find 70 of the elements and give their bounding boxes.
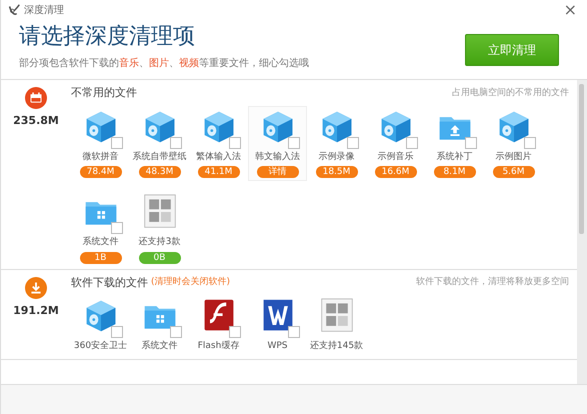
item-label: 系统文件	[82, 236, 118, 250]
file-item[interactable]: 示例录像 18.5M	[307, 106, 366, 182]
section-note: 占用电脑空间的不常用的文件	[452, 86, 569, 100]
item-label: WPS	[267, 340, 288, 354]
app-grid-icon	[318, 298, 354, 334]
item-label: 示例图片	[496, 150, 532, 164]
checkbox[interactable]	[464, 136, 476, 149]
total-size: 235.8M	[13, 113, 59, 130]
item-label: 微软拼音	[82, 150, 118, 164]
file-item[interactable]: Flash缓存	[189, 295, 248, 357]
checkbox[interactable]	[228, 326, 240, 338]
size-badge: 0B	[138, 252, 180, 264]
item-label: 还支持3款	[138, 236, 180, 250]
item-label: 系统补丁	[436, 150, 472, 164]
file-item[interactable]: 微软拼音 78.4M	[71, 106, 130, 182]
size-badge: 8.1M	[434, 166, 476, 178]
file-item[interactable]: 示例图片 5.6M	[484, 106, 543, 182]
close-button[interactable]: ×	[560, 2, 581, 18]
item-label: 系统文件	[142, 340, 178, 354]
window-title: 深度清理	[24, 4, 64, 18]
size-badge: 1B	[80, 252, 122, 264]
file-item[interactable]: 还支持3款 0B	[130, 191, 189, 267]
file-item[interactable]: WPS	[248, 295, 307, 357]
checkbox[interactable]	[170, 326, 182, 338]
item-label: 360安全卫士	[74, 340, 128, 354]
checkbox[interactable]	[170, 136, 182, 149]
checkbox[interactable]	[288, 326, 300, 338]
file-item[interactable]: 示例音乐 16.6M	[366, 106, 425, 182]
item-label: 还支持145款	[310, 340, 364, 354]
file-item[interactable]: 还支持145款	[307, 295, 366, 357]
checkbox[interactable]	[110, 136, 122, 149]
size-badge: 5.6M	[492, 166, 534, 178]
checkbox[interactable]	[406, 136, 418, 149]
subtitle: 部分项包含软件下载的音乐、图片、视频等重要文件，细心勾选哦	[19, 56, 309, 72]
item-label: 系统自带壁纸	[132, 150, 186, 164]
section-title: 不常用的文件	[71, 85, 137, 102]
item-label: 韩文输入法	[255, 150, 300, 164]
checkbox[interactable]	[228, 136, 240, 149]
scrollbar[interactable]	[577, 80, 587, 384]
section-title: 软件下载的文件	[71, 274, 148, 291]
app-grid-icon	[142, 194, 178, 230]
file-item[interactable]: 系统自带壁纸 48.3M	[130, 106, 189, 182]
checkbox[interactable]	[110, 326, 122, 338]
file-item[interactable]: 繁体输入法 41.1M	[189, 106, 248, 182]
download-icon	[25, 276, 47, 299]
size-badge: 41.1M	[198, 166, 240, 178]
size-badge: 18.5M	[316, 166, 358, 178]
logo-icon	[7, 3, 21, 17]
item-label: 繁体输入法	[196, 150, 241, 164]
file-item[interactable]: 韩文输入法 详情	[248, 106, 307, 182]
file-item[interactable]: 系统文件 1B	[71, 191, 130, 267]
file-item[interactable]: 360安全卫士	[71, 295, 130, 357]
total-size: 191.2M	[13, 302, 59, 319]
item-label: 示例音乐	[378, 150, 414, 164]
checkbox[interactable]	[524, 136, 536, 149]
checkbox[interactable]	[288, 136, 300, 149]
page-title: 请选择深度清理项	[19, 24, 196, 50]
size-badge: 48.3M	[138, 166, 180, 178]
checkbox[interactable]	[110, 222, 122, 234]
item-label: Flash缓存	[198, 340, 240, 354]
size-badge: 78.4M	[80, 166, 122, 178]
file-item[interactable]: 系统补丁 8.1M	[425, 106, 484, 182]
section-note: 软件下载的文件，清理将释放更多空间	[416, 276, 569, 290]
size-badge: 详情	[256, 166, 298, 178]
item-label: 示例录像	[318, 150, 354, 164]
size-badge: 16.6M	[374, 166, 416, 178]
checkbox[interactable]	[346, 136, 358, 149]
calendar-icon	[25, 87, 47, 110]
file-item[interactable]: 系统文件	[130, 295, 189, 357]
warning-note: (清理时会关闭软件)	[151, 276, 230, 290]
